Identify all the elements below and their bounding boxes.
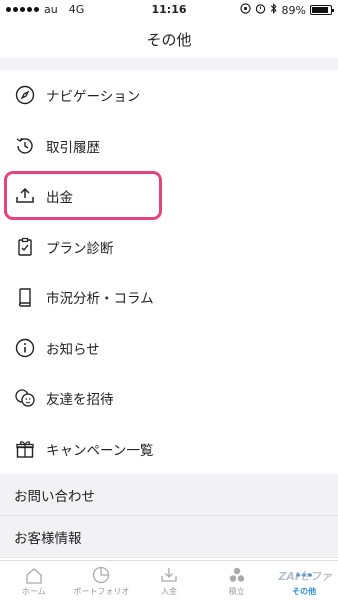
bluetooth-icon xyxy=(270,3,278,17)
contact-link[interactable]: お問い合わせ xyxy=(0,474,338,516)
customer-info-link[interactable]: お客様情報 xyxy=(0,516,338,558)
menu-item-label: キャンペーン一覧 xyxy=(46,442,154,459)
book-icon xyxy=(14,286,36,308)
tab-label: 入金 xyxy=(160,587,177,596)
nav-bar: その他 xyxy=(0,20,338,58)
friends-icon xyxy=(14,387,36,409)
menu-item-label: 市況分析・コラム xyxy=(46,291,154,308)
menu-item-history[interactable]: 取引履歴 xyxy=(0,121,338,172)
coins-icon xyxy=(227,565,247,585)
tab-label: その他 xyxy=(292,587,317,596)
tab-label: ホーム xyxy=(21,587,46,596)
tab-deposit[interactable]: 入金 xyxy=(135,561,203,601)
menu-item-label: 出金 xyxy=(46,190,73,207)
home-icon xyxy=(24,565,44,585)
menu-item-invite-friends[interactable]: 友達を招待 xyxy=(0,373,338,424)
tab-label: ポートフォリオ xyxy=(73,587,130,596)
gift-icon xyxy=(14,438,36,460)
menu-item-label: お知らせ xyxy=(46,341,100,358)
history-icon xyxy=(14,135,36,157)
page-title: その他 xyxy=(146,30,192,49)
menu-item-label: 友達を招待 xyxy=(46,392,114,409)
tab-label: 積立 xyxy=(228,587,245,596)
tab-savings[interactable]: 積立 xyxy=(203,561,271,601)
alarm-icon xyxy=(255,3,266,17)
menu-item-notices[interactable]: お知らせ xyxy=(0,323,338,374)
menu-item-plan-diagnosis[interactable]: プラン診断 xyxy=(0,222,338,273)
info-icon xyxy=(14,337,36,359)
battery-icon xyxy=(310,5,334,15)
clipboard-check-icon xyxy=(14,236,36,258)
orientation-lock-icon xyxy=(239,3,251,17)
menu-item-label: プラン診断 xyxy=(46,240,114,257)
menu-item-label: ナビゲーション xyxy=(46,89,141,106)
menu-item-withdraw[interactable]: 出金 xyxy=(0,171,338,222)
upload-icon xyxy=(14,185,36,207)
watermark-logo: ZAIセファ xyxy=(278,570,332,583)
menu-list: ナビゲーション 取引履歴 出金 プラン診断 市況分析・コラム お知らせ 友達を招… xyxy=(0,70,338,474)
menu-item-campaigns[interactable]: キャンペーン一覧 xyxy=(0,424,338,475)
compass-icon xyxy=(14,84,36,106)
portfolio-icon xyxy=(91,565,111,585)
divider-band xyxy=(0,58,338,70)
download-icon xyxy=(159,565,179,585)
menu-item-market-analysis[interactable]: 市況分析・コラム xyxy=(0,272,338,323)
menu-item-navigation[interactable]: ナビゲーション xyxy=(0,70,338,121)
battery-percent: 89% xyxy=(281,3,306,17)
support-section: お問い合わせ お客様情報 xyxy=(0,474,338,558)
menu-item-label: 取引履歴 xyxy=(46,139,100,156)
status-bar: au 4G 11:16 89% xyxy=(0,0,338,20)
tab-home[interactable]: ホーム xyxy=(0,561,68,601)
tab-portfolio[interactable]: ポートフォリオ xyxy=(68,561,136,601)
